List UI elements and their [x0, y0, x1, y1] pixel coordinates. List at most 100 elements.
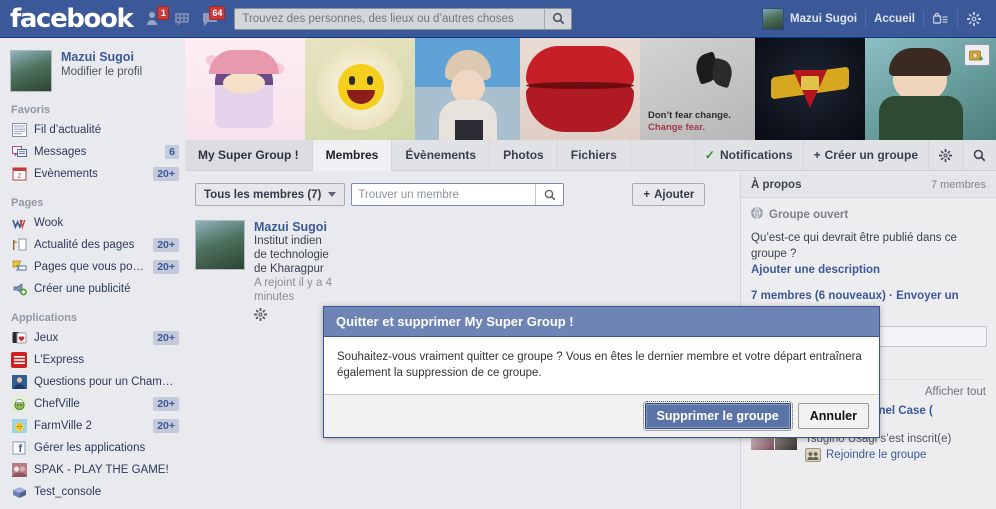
sidebar-item-badge: 20+ [153, 331, 179, 345]
member-search-button[interactable] [535, 184, 563, 205]
test-console-icon [11, 484, 27, 500]
tab-membres[interactable]: Membres [312, 140, 393, 171]
sidebar-edit-profile-link[interactable]: Modifier le profil [61, 65, 142, 80]
tab-group-name[interactable]: My Super Group ! [185, 140, 313, 170]
cancel-button[interactable]: Annuler [797, 403, 869, 429]
sidebar-user-name[interactable]: Mazui Sugoi [61, 50, 142, 65]
sidebar-item-label: Créer une publicité [34, 283, 131, 295]
chefville-icon [11, 396, 27, 412]
sidebar-item-gerer-les-applications[interactable]: f Gérer les applications [0, 437, 185, 459]
member-name[interactable]: Mazui Sugoi [254, 220, 332, 234]
sidebar-item-pages-que-vous-pourriez-aimer[interactable]: Pages que vous pour… 20+ [0, 256, 185, 278]
search-icon [544, 189, 556, 200]
red-lips-photo[interactable] [520, 38, 640, 140]
avatar [10, 50, 52, 92]
join-group-button[interactable]: Rejoindre le groupe [805, 448, 986, 462]
sidebar-item-test-console[interactable]: Test_console [0, 481, 185, 503]
anime-boy-photo[interactable] [865, 38, 996, 140]
superman-logo-photo[interactable] [755, 38, 865, 140]
tab-evenements[interactable]: Évènements [392, 140, 491, 170]
sidebar-item-badge: 6 [165, 145, 179, 159]
sidebar-section-title-pages: Pages [11, 197, 44, 209]
group-settings-button[interactable] [928, 140, 962, 170]
sidebar-item-badge: 20+ [153, 260, 179, 274]
avatar [761, 7, 784, 30]
top-bar-right-group: Mazui Sugoi Accueil [754, 0, 996, 38]
member-description: Institut indien de technologie de Kharag… [254, 235, 329, 275]
friend-requests-icon[interactable]: 1 [142, 5, 170, 30]
global-search-bar[interactable] [234, 7, 573, 30]
sidebar-item-spak-play-the-game[interactable]: SPAK - PLAY THE GAME! [0, 459, 185, 481]
member-search-input[interactable] [358, 188, 534, 201]
butterfly-quote-text: Don’t fear change. Change fear. [648, 110, 731, 134]
profile-link[interactable]: Mazui Sugoi [754, 4, 865, 34]
lexpress-icon [11, 352, 27, 368]
svg-text:f: f [18, 443, 22, 455]
smiley-flower-photo[interactable] [305, 38, 415, 140]
sidebar-section-title-favoris: Favoris [11, 104, 51, 116]
member-settings-button[interactable] [254, 308, 332, 324]
home-link[interactable]: Accueil [866, 4, 923, 34]
dialog-title: Quitter et supprimer My Super Group ! [324, 307, 879, 337]
sidebar-item-farmville-2[interactable]: FarmVille 2 20+ [0, 415, 185, 437]
plus-icon: + [643, 188, 651, 201]
facebook-logo[interactable]: facebook [10, 6, 134, 32]
group-search-button[interactable] [962, 140, 996, 170]
create-group-button[interactable]: + Créer un groupe [802, 140, 928, 170]
sidebar-item-chefville[interactable]: ChefVille 20+ [0, 393, 185, 415]
sidebar-item-lexpress[interactable]: L'Express [0, 349, 185, 371]
sidebar-item-label: Fil d’actualité [34, 124, 102, 136]
sidebar-item-label: ChefVille [34, 398, 80, 410]
group-members-icon [805, 448, 821, 462]
create-ad-icon [11, 281, 27, 297]
sidebar-item-creer-une-publicite[interactable]: Créer une publicité [0, 278, 185, 300]
sidebar-item-label: FarmVille 2 [34, 420, 92, 432]
camera-icon[interactable] [964, 44, 990, 66]
search-input[interactable] [242, 12, 548, 25]
member-search-box[interactable] [351, 183, 565, 206]
gear-icon [939, 148, 952, 162]
header-notification-icons: 1 64 [142, 5, 226, 30]
sidebar-profile-block[interactable]: Mazui Sugoi Modifier le profil [0, 48, 185, 92]
gear-icon[interactable] [958, 11, 990, 26]
delete-group-button[interactable]: Supprimer le groupe [642, 401, 793, 431]
anime-chibi-photo[interactable] [185, 38, 305, 140]
tab-fichiers[interactable]: Fichiers [558, 140, 631, 170]
sidebar-item-label: Actualité des pages [34, 239, 135, 251]
search-submit-button[interactable] [544, 8, 571, 29]
tab-photos[interactable]: Photos [490, 140, 558, 170]
spak-icon [11, 462, 27, 478]
sidebar-item-label: Pages que vous pour… [34, 261, 149, 273]
sidebar-item-fil-dactualite[interactable]: Fil d’actualité [0, 119, 185, 141]
news-feed-icon [11, 122, 27, 138]
add-description-link[interactable]: Ajouter une description [751, 262, 986, 279]
group-privacy-label: Groupe ouvert [769, 208, 849, 221]
quote-line-2: Change fear. [648, 122, 706, 133]
notifications-icon[interactable]: 64 [198, 5, 226, 30]
messages-icon[interactable] [170, 8, 194, 30]
group-privacy-row: Groupe ouvert [751, 207, 986, 222]
sidebar-item-wook[interactable]: Wook [0, 212, 185, 234]
notifications-button[interactable]: ✓ Notifications [693, 140, 803, 170]
sidebar-item-actualite-des-pages[interactable]: Actualité des pages 20+ [0, 234, 185, 256]
sidebar-item-questions-pour-un-champion[interactable]: Questions pour un Champion [0, 371, 185, 393]
dialog-footer: Supprimer le groupe Annuler [324, 395, 879, 437]
butterfly-quote-photo[interactable]: Don’t fear change. Change fear. [640, 38, 755, 140]
privacy-lock-icon[interactable] [924, 12, 957, 25]
sidebar-item-messages[interactable]: Messages 6 [0, 141, 185, 163]
sidebar-item-label: Évènements [34, 168, 98, 180]
quote-line-1: Don’t fear change. [648, 110, 731, 121]
dialog-message: Souhaitez-vous vraiment quitter ce group… [324, 337, 879, 395]
gear-icon [254, 308, 267, 321]
sidebar-item-evenements[interactable]: 2 Évènements 20+ [0, 163, 185, 185]
avatar[interactable] [195, 220, 245, 270]
group-tab-bar: My Super Group ! Membres Évènements Phot… [185, 140, 996, 171]
show-all-link[interactable]: Afficher tout [925, 386, 986, 398]
sidebar-item-jeux[interactable]: Jeux 20+ [0, 327, 185, 349]
sidebar-item-badge: 20+ [153, 419, 179, 433]
members-filter-dropdown[interactable]: Tous les membres (7) [195, 183, 346, 206]
woman-hat-photo[interactable] [415, 38, 520, 140]
manage-apps-icon: f [11, 440, 27, 456]
sidebar-item-badge: 20+ [153, 238, 179, 252]
add-member-button[interactable]: + Ajouter [632, 183, 706, 206]
